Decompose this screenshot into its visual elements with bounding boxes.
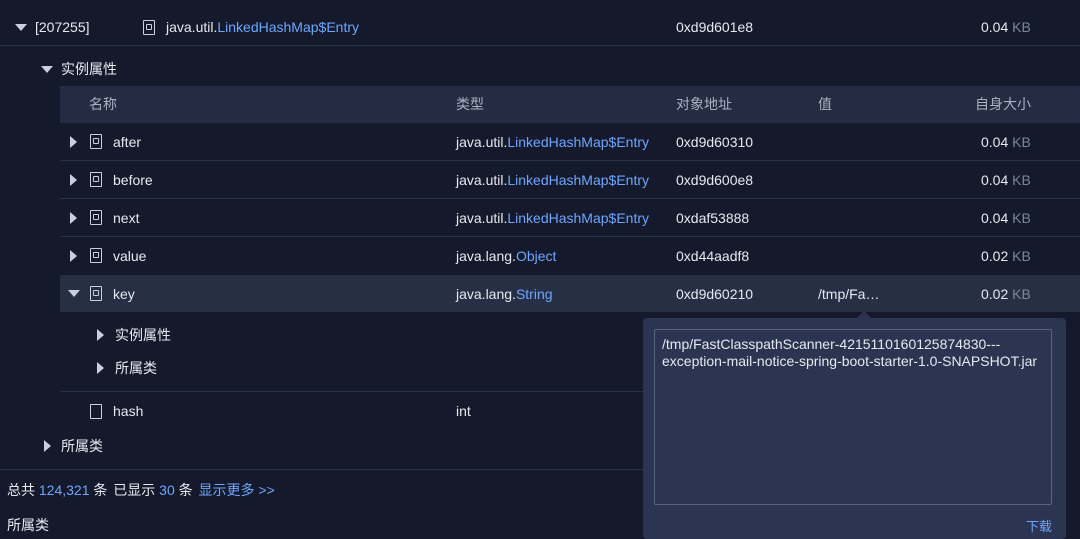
field-size-unit: KB	[1012, 172, 1031, 188]
key-instance-props[interactable]: 实例属性	[115, 326, 171, 344]
table-row[interactable]: before java.util.LinkedHashMap$Entry 0xd…	[0, 161, 1080, 199]
chevron-right-icon[interactable]	[70, 136, 77, 148]
field-name: value	[113, 248, 147, 264]
field-size: 0.02 KB	[981, 285, 1031, 303]
class-doc-icon	[90, 248, 102, 263]
field-size: 0.02 KB	[981, 247, 1031, 265]
total-count: 124,321	[38, 482, 90, 498]
field-size-value: 0.02	[981, 286, 1009, 302]
field-type-class-link[interactable]: LinkedHashMap$Entry	[507, 172, 649, 188]
entry-address: 0xd9d601e8	[676, 19, 754, 35]
bottom-owner-class-label[interactable]: 所属类	[7, 516, 49, 534]
field-size: 0.04 KB	[981, 171, 1031, 189]
field-name: hash	[113, 403, 144, 419]
chevron-down-icon[interactable]	[68, 290, 80, 297]
field-name: next	[113, 210, 140, 226]
class-doc-icon	[90, 172, 102, 187]
top-entry-row[interactable]: [207255] java.util.LinkedHashMap$Entry 0…	[0, 8, 1080, 46]
field-type-package: java.util.	[456, 134, 508, 150]
class-doc-icon	[90, 286, 102, 301]
table-row[interactable]: value java.lang.Object 0xd44aadf8 0.02 K…	[0, 237, 1080, 275]
col-type[interactable]: 类型	[456, 95, 484, 113]
field-type-class-link[interactable]: String	[516, 286, 553, 302]
chevron-down-icon[interactable]	[41, 66, 53, 73]
class-doc-icon	[90, 134, 102, 149]
field-size-value: 0.04	[981, 172, 1009, 188]
field-size: 0.04 KB	[981, 133, 1031, 151]
show-more-link[interactable]: 显示更多 >>	[199, 482, 275, 498]
entry-size-value: 0.04	[981, 19, 1009, 35]
field-type: java.lang.String	[456, 285, 553, 303]
entry-size: 0.04 KB	[981, 18, 1031, 36]
field-type-class-link[interactable]: LinkedHashMap$Entry	[507, 210, 649, 226]
value-textarea[interactable]: /tmp/FastClasspathScanner-42151101601258…	[654, 329, 1052, 505]
field-type-class-link[interactable]: LinkedHashMap$Entry	[507, 134, 649, 150]
entry-type-package: java.util.	[166, 19, 218, 35]
result-summary: 总共 124,321 条 已显示 30 条 显示更多 >>	[7, 481, 275, 499]
col-self-size[interactable]: 自身大小	[975, 95, 1031, 113]
chevron-right-icon[interactable]	[70, 250, 77, 262]
field-type: java.util.LinkedHashMap$Entry	[456, 133, 649, 151]
field-name: key	[113, 286, 135, 302]
shown-suffix: 条	[178, 482, 193, 498]
entry-type: java.util.LinkedHashMap$Entry	[166, 18, 359, 36]
field-type: java.util.LinkedHashMap$Entry	[456, 209, 649, 227]
field-name: before	[113, 172, 153, 188]
field-type-package: java.lang.	[456, 248, 516, 264]
shown-count: 30	[159, 482, 175, 498]
total-prefix: 总共	[7, 482, 35, 498]
field-name: after	[113, 134, 142, 150]
chevron-right-icon[interactable]	[70, 174, 77, 186]
table-row[interactable]: hash int	[0, 392, 643, 430]
field-address: 0xd9d60210	[676, 286, 754, 302]
field-address: 0xd9d600e8	[676, 172, 754, 188]
field-size-value: 0.02	[981, 248, 1009, 264]
field-size-value: 0.04	[981, 210, 1009, 226]
field-size: 0.04 KB	[981, 209, 1031, 227]
col-value[interactable]: 值	[818, 95, 832, 113]
table-row[interactable]: after java.util.LinkedHashMap$Entry 0xd9…	[0, 123, 1080, 161]
entry-id: [207255]	[35, 19, 90, 35]
entry-type-class-link[interactable]: LinkedHashMap$Entry	[217, 19, 359, 35]
field-type-package: java.lang.	[456, 286, 516, 302]
field-size-unit: KB	[1012, 210, 1031, 226]
col-name[interactable]: 名称	[89, 95, 117, 113]
class-doc-icon	[90, 210, 102, 225]
heap-object-viewer: [207255] java.util.LinkedHashMap$Entry 0…	[0, 0, 1080, 539]
field-address: 0xd44aadf8	[676, 248, 750, 264]
field-size-unit: KB	[1012, 286, 1031, 302]
shown-prefix: 已显示	[113, 482, 156, 498]
table-row-selected[interactable]: key java.lang.String 0xd9d60210 /tmp/Fa……	[0, 275, 1080, 312]
instance-props-header[interactable]: 实例属性	[61, 60, 117, 78]
entry-size-unit: KB	[1012, 19, 1031, 35]
file-icon	[90, 404, 102, 419]
field-type: int	[456, 403, 471, 419]
col-address[interactable]: 对象地址	[676, 95, 732, 113]
chevron-right-icon[interactable]	[97, 329, 104, 341]
field-address: 0xd9d60310	[676, 134, 754, 150]
field-size-value: 0.04	[981, 134, 1009, 150]
download-button[interactable]: 下载	[1026, 518, 1052, 536]
table-row[interactable]: next java.util.LinkedHashMap$Entry 0xdaf…	[0, 199, 1080, 237]
chevron-down-icon[interactable]	[15, 24, 27, 31]
field-type-package: java.util.	[456, 172, 508, 188]
chevron-right-icon[interactable]	[70, 212, 77, 224]
field-size-unit: KB	[1012, 134, 1031, 150]
field-type: java.lang.Object	[456, 247, 556, 265]
class-doc-icon	[143, 20, 155, 35]
column-header	[60, 86, 1080, 123]
owner-class-header[interactable]: 所属类	[61, 437, 103, 455]
chevron-right-icon[interactable]	[44, 440, 51, 452]
key-owner-class[interactable]: 所属类	[115, 359, 157, 377]
field-value[interactable]: /tmp/Fa…	[818, 285, 879, 303]
field-address: 0xdaf53888	[676, 210, 750, 226]
chevron-right-icon[interactable]	[97, 362, 104, 374]
field-size-unit: KB	[1012, 248, 1031, 264]
field-type: java.util.LinkedHashMap$Entry	[456, 171, 649, 189]
field-type-class-link[interactable]: Object	[516, 248, 556, 264]
total-suffix: 条	[93, 482, 108, 498]
field-type-package: java.util.	[456, 210, 508, 226]
